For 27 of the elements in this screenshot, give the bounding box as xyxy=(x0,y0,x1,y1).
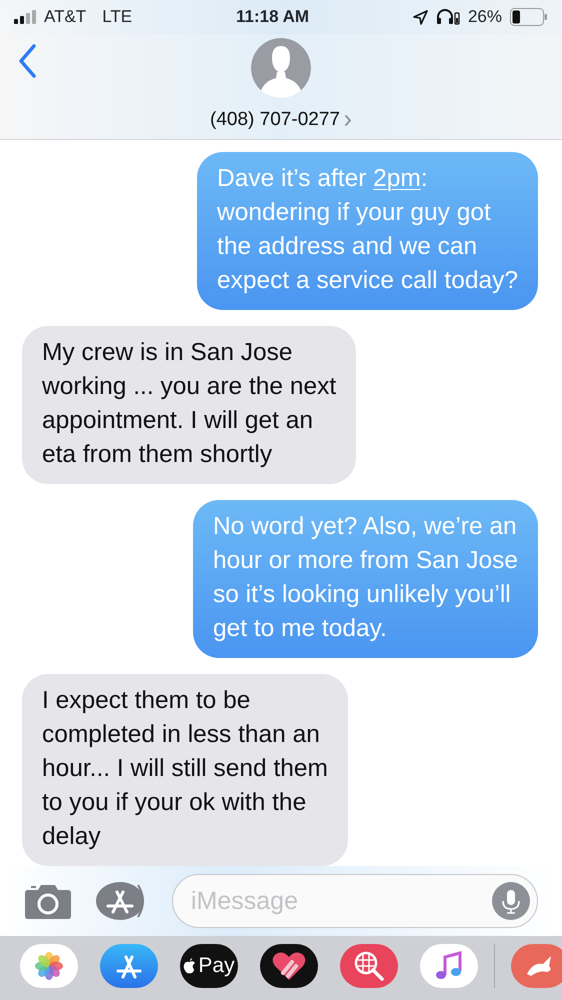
music-note-icon xyxy=(435,951,463,981)
flower-icon xyxy=(33,950,65,982)
battery-icon xyxy=(510,8,548,26)
location-icon xyxy=(412,10,428,24)
app-drawer-item[interactable] xyxy=(260,944,318,988)
pay-label: Pay xyxy=(198,953,235,980)
network-label: LTE xyxy=(102,6,132,28)
received-message: My crew is in San Jose working ... you are the next appointment. I will get an eta from them shortly xyxy=(22,326,356,484)
back-button[interactable] xyxy=(16,42,38,80)
contact-number[interactable]: (408) 707-0277 xyxy=(210,106,340,134)
headphones-icon xyxy=(436,9,460,25)
avatar-icon[interactable] xyxy=(251,38,311,98)
clock: 11:18 AM xyxy=(236,6,310,28)
battery-percent: 26% xyxy=(468,6,502,28)
chevron-icon[interactable] xyxy=(344,114,352,127)
apple-icon xyxy=(183,958,196,974)
signal-icon xyxy=(14,10,36,24)
camera-icon[interactable] xyxy=(24,883,72,919)
app-drawer-item[interactable]: Pay xyxy=(180,944,238,988)
sent-message: Dave it’s after 2pm: wondering if your guy got the address and we can expect a service call today? xyxy=(197,152,538,310)
heart-icon xyxy=(272,951,306,981)
received-message: I expect them to be completed in less than an hour... I will still send them to you if your ok with the delay xyxy=(22,674,348,866)
carrier-label: AT&T xyxy=(44,6,86,28)
globe-search-icon xyxy=(353,950,385,982)
sent-message: No word yet? Also, we’re an hour or more from San Jose so it’s looking unlikely you’ll get to me today. xyxy=(192,500,538,658)
app-store-icon xyxy=(114,953,144,979)
microphone-icon[interactable] xyxy=(492,882,530,920)
